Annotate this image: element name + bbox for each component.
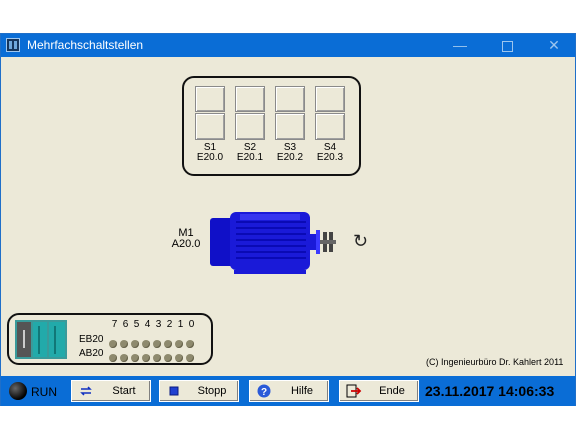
help-button[interactable]: ? Hilfe: [249, 380, 329, 402]
stop-button[interactable]: Stopp: [159, 380, 239, 402]
stop-button-label: Stopp: [197, 385, 227, 397]
svg-text:?: ?: [261, 387, 267, 398]
io-panel: 76543210 EB20 AB20: [7, 313, 213, 365]
bit-label: 3: [155, 319, 162, 330]
input-led: [142, 340, 150, 348]
motor-label: M1 A20.0: [169, 228, 203, 250]
switch-s3-address: E20.2: [276, 152, 304, 163]
start-button[interactable]: Start: [71, 380, 151, 402]
input-led: [153, 340, 161, 348]
bit-labels: 76543210: [109, 319, 197, 330]
plc-icon: [15, 320, 67, 359]
switch-s4-address: E20.3: [316, 152, 344, 163]
app-icon: [6, 38, 20, 52]
output-led: [131, 354, 139, 362]
switch-s2-address: E20.1: [236, 152, 264, 163]
datetime-display: 23.11.2017 14:06:33: [425, 383, 555, 399]
maximize-button[interactable]: [496, 36, 518, 54]
input-led: [175, 340, 183, 348]
bit-label: 1: [177, 319, 184, 330]
input-led: [120, 340, 128, 348]
switch-s3[interactable]: S3 E20.2: [275, 86, 307, 163]
run-led-icon: [9, 382, 27, 400]
motor-icon: [210, 212, 336, 274]
bit-label: 0: [188, 319, 195, 330]
motor-address: A20.0: [171, 238, 201, 250]
switch-s2-upper[interactable]: [235, 86, 265, 112]
switch-s4-upper[interactable]: [315, 86, 345, 112]
switch-s4-lower[interactable]: [315, 113, 345, 140]
help-icon: ?: [257, 384, 271, 398]
output-led: [153, 354, 161, 362]
output-led: [164, 354, 172, 362]
input-led: [186, 340, 194, 348]
start-button-label: Start: [112, 385, 136, 397]
cycle-icon: [80, 386, 92, 396]
exit-icon: [346, 384, 362, 398]
switch-s1[interactable]: S1 E20.0: [195, 86, 227, 163]
input-led: [131, 340, 139, 348]
switch-s3-lower[interactable]: [275, 113, 305, 140]
copyright-text: (C) Ingenieurbüro Dr. Kahlert 2011: [426, 357, 564, 367]
output-led-row: [109, 349, 197, 367]
bit-label: 6: [122, 319, 129, 330]
switch-s1-address: E20.0: [196, 152, 224, 163]
minimize-button[interactable]: —: [449, 36, 471, 54]
switch-s1-lower[interactable]: [195, 113, 225, 140]
stop-icon: [169, 386, 179, 396]
switch-s2-lower[interactable]: [235, 113, 265, 140]
switch-s1-upper[interactable]: [195, 86, 225, 112]
bottom-toolbar: RUN Start Stopp ? Hilfe Ende 23.11.2017 …: [1, 376, 575, 406]
input-led: [109, 340, 117, 348]
bit-label: 4: [144, 319, 151, 330]
close-button[interactable]: ✕: [543, 36, 565, 54]
title-bar[interactable]: Mehrfachschaltstellen — ✕: [1, 34, 575, 57]
switch-panel: S1 E20.0 S2 E20.1 S3 E20.2 S4 E20.3: [182, 76, 361, 176]
output-byte-label: AB20: [79, 348, 104, 359]
rotate-icon: ↻: [353, 231, 369, 251]
output-led: [142, 354, 150, 362]
help-button-label: Hilfe: [290, 385, 313, 397]
input-byte-label: EB20: [79, 334, 104, 345]
run-label: RUN: [31, 385, 57, 399]
output-led: [109, 354, 117, 362]
switch-s4[interactable]: S4 E20.3: [315, 86, 347, 163]
output-led: [175, 354, 183, 362]
output-led: [120, 354, 128, 362]
switch-s3-upper[interactable]: [275, 86, 305, 112]
end-button-label: Ende: [379, 385, 405, 397]
output-led: [186, 354, 194, 362]
bit-label: 2: [166, 319, 173, 330]
input-led: [164, 340, 172, 348]
switch-s2[interactable]: S2 E20.1: [235, 86, 267, 163]
app-window: Mehrfachschaltstellen — ✕ S1 E20.0 S2 E2…: [0, 33, 576, 406]
end-button[interactable]: Ende: [339, 380, 419, 402]
window-title: Mehrfachschaltstellen: [27, 38, 144, 52]
bit-label: 7: [111, 319, 118, 330]
bit-label: 5: [133, 319, 140, 330]
